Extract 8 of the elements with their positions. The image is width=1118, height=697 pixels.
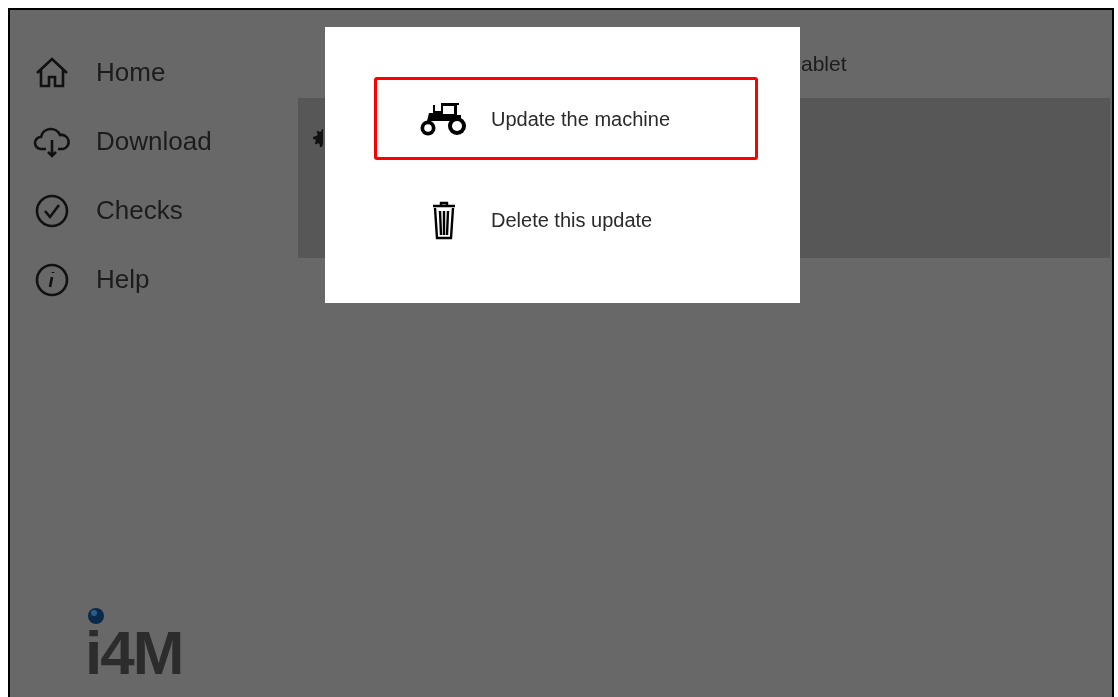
sidebar-item-label[interactable]: Help xyxy=(96,260,150,299)
sidebar-item-label[interactable]: Checks xyxy=(96,191,183,230)
logo-ball-icon xyxy=(88,608,104,624)
logo: i4M xyxy=(85,618,183,687)
sidebar-item-label[interactable]: Download xyxy=(96,122,212,161)
header-title: ablet xyxy=(801,52,847,75)
dialog-option[interactable]: Update the machine xyxy=(374,77,758,160)
sidebar-item-label[interactable]: Home xyxy=(96,53,166,92)
